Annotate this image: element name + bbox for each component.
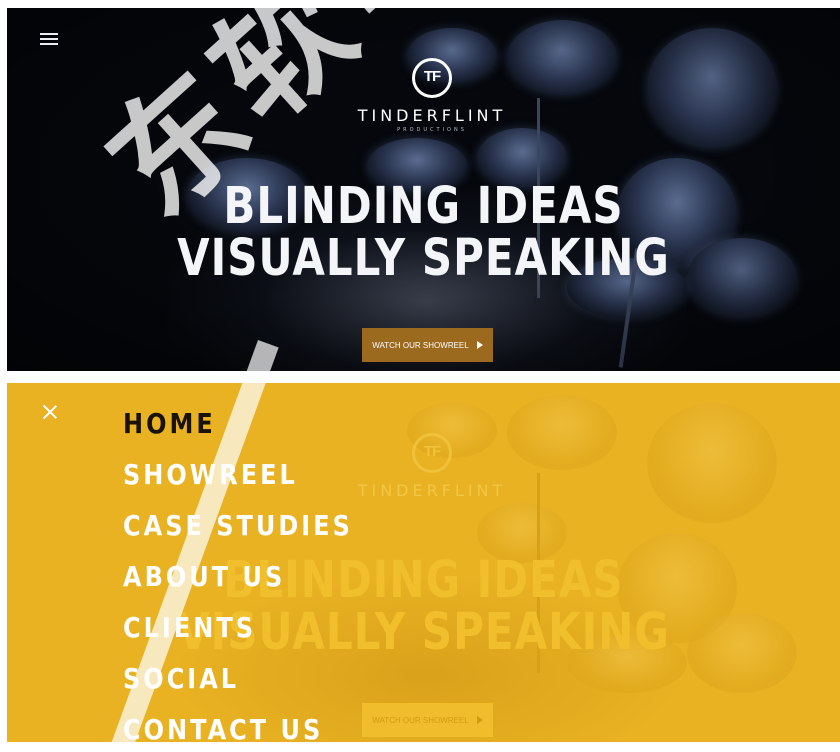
menu-overlay-screen: TF TINDERFLINT BLINDING IDEAS VISUALLY S… [7,383,840,742]
watch-showreel-button[interactable]: WATCH OUR SHOWREEL [362,328,493,362]
watch-showreel-button-faded: WATCH OUR SHOWREEL [362,703,493,737]
nav-item-social[interactable]: SOCIAL [123,654,353,705]
logo-mark: TF [412,433,452,473]
nav-item-showreel[interactable]: SHOWREEL [123,450,353,501]
logo-mark: TF [412,58,452,98]
logo-wordmark: TINDERFLINT [357,106,507,125]
showreel-button-label: WATCH OUR SHOWREEL [372,340,469,350]
tinderflint-logo[interactable]: TF TINDERFLINT PRODUCTIONS [357,58,507,133]
hero-headline: BLINDING IDEAS VISUALLY SPEAKING [7,180,840,282]
logo-wordmark: TINDERFLINT [357,481,507,500]
hamburger-icon[interactable] [40,31,60,47]
headline-line-2: VISUALLY SPEAKING [177,228,670,287]
logo-subtitle: PRODUCTIONS [397,127,467,133]
hero-screen: TF TINDERFLINT PRODUCTIONS BLINDING IDEA… [7,8,840,371]
play-icon [476,341,483,349]
showreel-button-label: WATCH OUR SHOWREEL [372,715,469,725]
headline-line-1: BLINDING IDEAS [223,176,624,235]
tinderflint-logo-faded: TF TINDERFLINT [357,433,507,500]
nav-item-home[interactable]: HOME [123,399,353,450]
play-icon [476,716,483,724]
nav-item-contact-us[interactable]: CONTACT US [123,705,353,742]
nav-item-case-studies[interactable]: CASE STUDIES [123,501,353,552]
main-navigation: HOME SHOWREEL CASE STUDIES ABOUT US CLIE… [123,399,353,742]
nav-item-about-us[interactable]: ABOUT US [123,552,353,603]
nav-item-clients[interactable]: CLIENTS [123,603,353,654]
close-icon[interactable] [42,404,58,420]
